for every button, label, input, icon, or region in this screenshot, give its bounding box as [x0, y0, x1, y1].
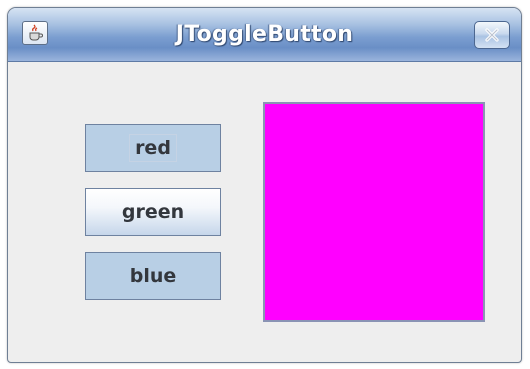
red-toggle-button[interactable]: red: [85, 124, 221, 172]
application-window: JToggleButton red green blue: [7, 7, 522, 363]
window-title: JToggleButton: [175, 22, 354, 47]
red-toggle-label: red: [129, 134, 177, 162]
close-icon: [485, 28, 499, 42]
green-toggle-label: green: [121, 201, 185, 223]
green-toggle-button[interactable]: green: [85, 188, 221, 236]
color-display-panel: [263, 102, 485, 322]
close-button[interactable]: [474, 21, 510, 49]
title-bar[interactable]: JToggleButton: [8, 8, 521, 62]
blue-toggle-button[interactable]: blue: [85, 252, 221, 300]
blue-toggle-label: blue: [129, 265, 177, 287]
